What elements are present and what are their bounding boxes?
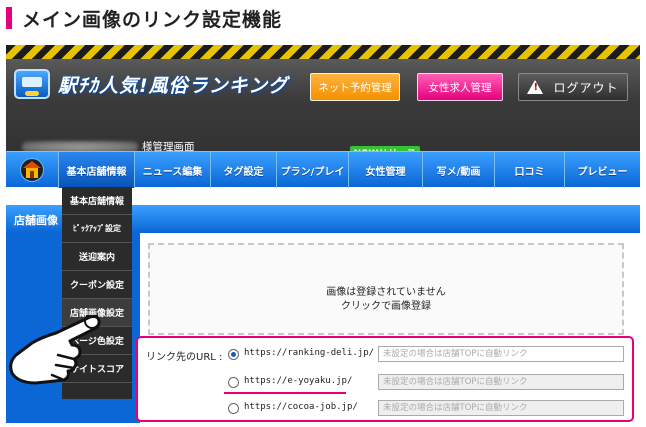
train-icon: [14, 69, 50, 99]
dropdown-item-pickup[interactable]: ﾋﾟｯｸｱｯﾌﾟ設定: [62, 215, 132, 243]
logout-button[interactable]: ログアウト: [518, 73, 628, 101]
dropdown-item-basic-info[interactable]: 基本店舗情報: [62, 187, 132, 215]
dropdown-item-transport[interactable]: 送迎案内: [62, 243, 132, 271]
radio-ranking-deli[interactable]: [228, 349, 239, 360]
section-title: 店舗画像: [14, 214, 58, 227]
hazard-stripe: [6, 45, 640, 59]
url-input-cocoa-job[interactable]: 未設定の場合は店舗TOPに自動リンク: [378, 400, 624, 416]
image-dropzone[interactable]: 画像は登録されていません クリックで画像登録: [148, 243, 624, 335]
warning-icon: [527, 80, 544, 94]
dropzone-line1: 画像は登録されていません: [326, 287, 446, 298]
url-input-e-yoyaku[interactable]: 未設定の場合は店舗TOPに自動リンク: [378, 374, 624, 390]
heading-text: メイン画像のリンク設定機能: [22, 8, 283, 31]
link-url-label: リンク先のURL :: [146, 352, 223, 363]
nav-home[interactable]: [6, 152, 58, 188]
url-input-ranking-deli[interactable]: 未設定の場合は店舗TOPに自動リンク: [378, 346, 624, 362]
site-logo[interactable]: 駅ﾁｶ人気!風俗ランキング: [14, 69, 288, 99]
link-settings-box: リンク先のURL : https://ranking-deli.jp/ 未設定の…: [136, 336, 634, 422]
highlight-underline: [224, 392, 346, 394]
heading-accent-bar: [6, 7, 12, 29]
nav-item-preview[interactable]: プレビュー: [564, 152, 640, 188]
nav-item-women[interactable]: 女性管理: [348, 152, 422, 188]
nav-item-reviews[interactable]: 口コミ: [494, 152, 564, 188]
female-job-button[interactable]: 女性求人管理: [417, 73, 503, 101]
radio-cocoa-job[interactable]: [228, 403, 239, 414]
dropzone-line2: クリックで画像登録: [341, 301, 431, 312]
page: メイン画像のリンク設定機能 駅ﾁｶ人気!風俗ランキング ネット予約管理 女性求人…: [0, 0, 646, 427]
radio-e-yoyaku[interactable]: [228, 377, 239, 388]
nav-item-basic-info[interactable]: 基本店舗情報: [58, 152, 134, 188]
screenshot-frame: 駅ﾁｶ人気!風俗ランキング ネット予約管理 女性求人管理 ログアウト 様管理画面…: [6, 45, 640, 423]
logout-label: ログアウト: [553, 80, 619, 95]
site-header: 駅ﾁｶ人気!風俗ランキング ネット予約管理 女性求人管理 ログアウト 様管理画面: [6, 59, 640, 153]
dropdown-item-coupon[interactable]: クーポン設定: [62, 271, 132, 299]
url-ranking-deli: https://ranking-deli.jp/: [244, 348, 375, 358]
logo-text: 駅ﾁｶ人気!風俗ランキング: [58, 74, 289, 97]
url-e-yoyaku: https://e-yoyaku.jp/: [244, 376, 353, 386]
nav-item-photos[interactable]: 写メ/動画: [422, 152, 494, 188]
home-icon: [20, 158, 44, 182]
page-heading: メイン画像のリンク設定機能: [6, 4, 282, 32]
nav-item-tags[interactable]: タグ設定: [210, 152, 276, 188]
nav-item-news[interactable]: ニュース編集: [134, 152, 210, 188]
url-cocoa-job: https://cocoa-job.jp/: [244, 402, 358, 412]
main-nav: 基本店舗情報 ニュース編集 タグ設定 プラン/プレイ 女性管理 写メ/動画 口コ…: [6, 151, 640, 188]
pointing-hand-icon: [9, 315, 101, 385]
net-reserve-button[interactable]: ネット予約管理: [310, 73, 400, 101]
nav-item-plan[interactable]: プラン/プレイ: [276, 152, 348, 188]
